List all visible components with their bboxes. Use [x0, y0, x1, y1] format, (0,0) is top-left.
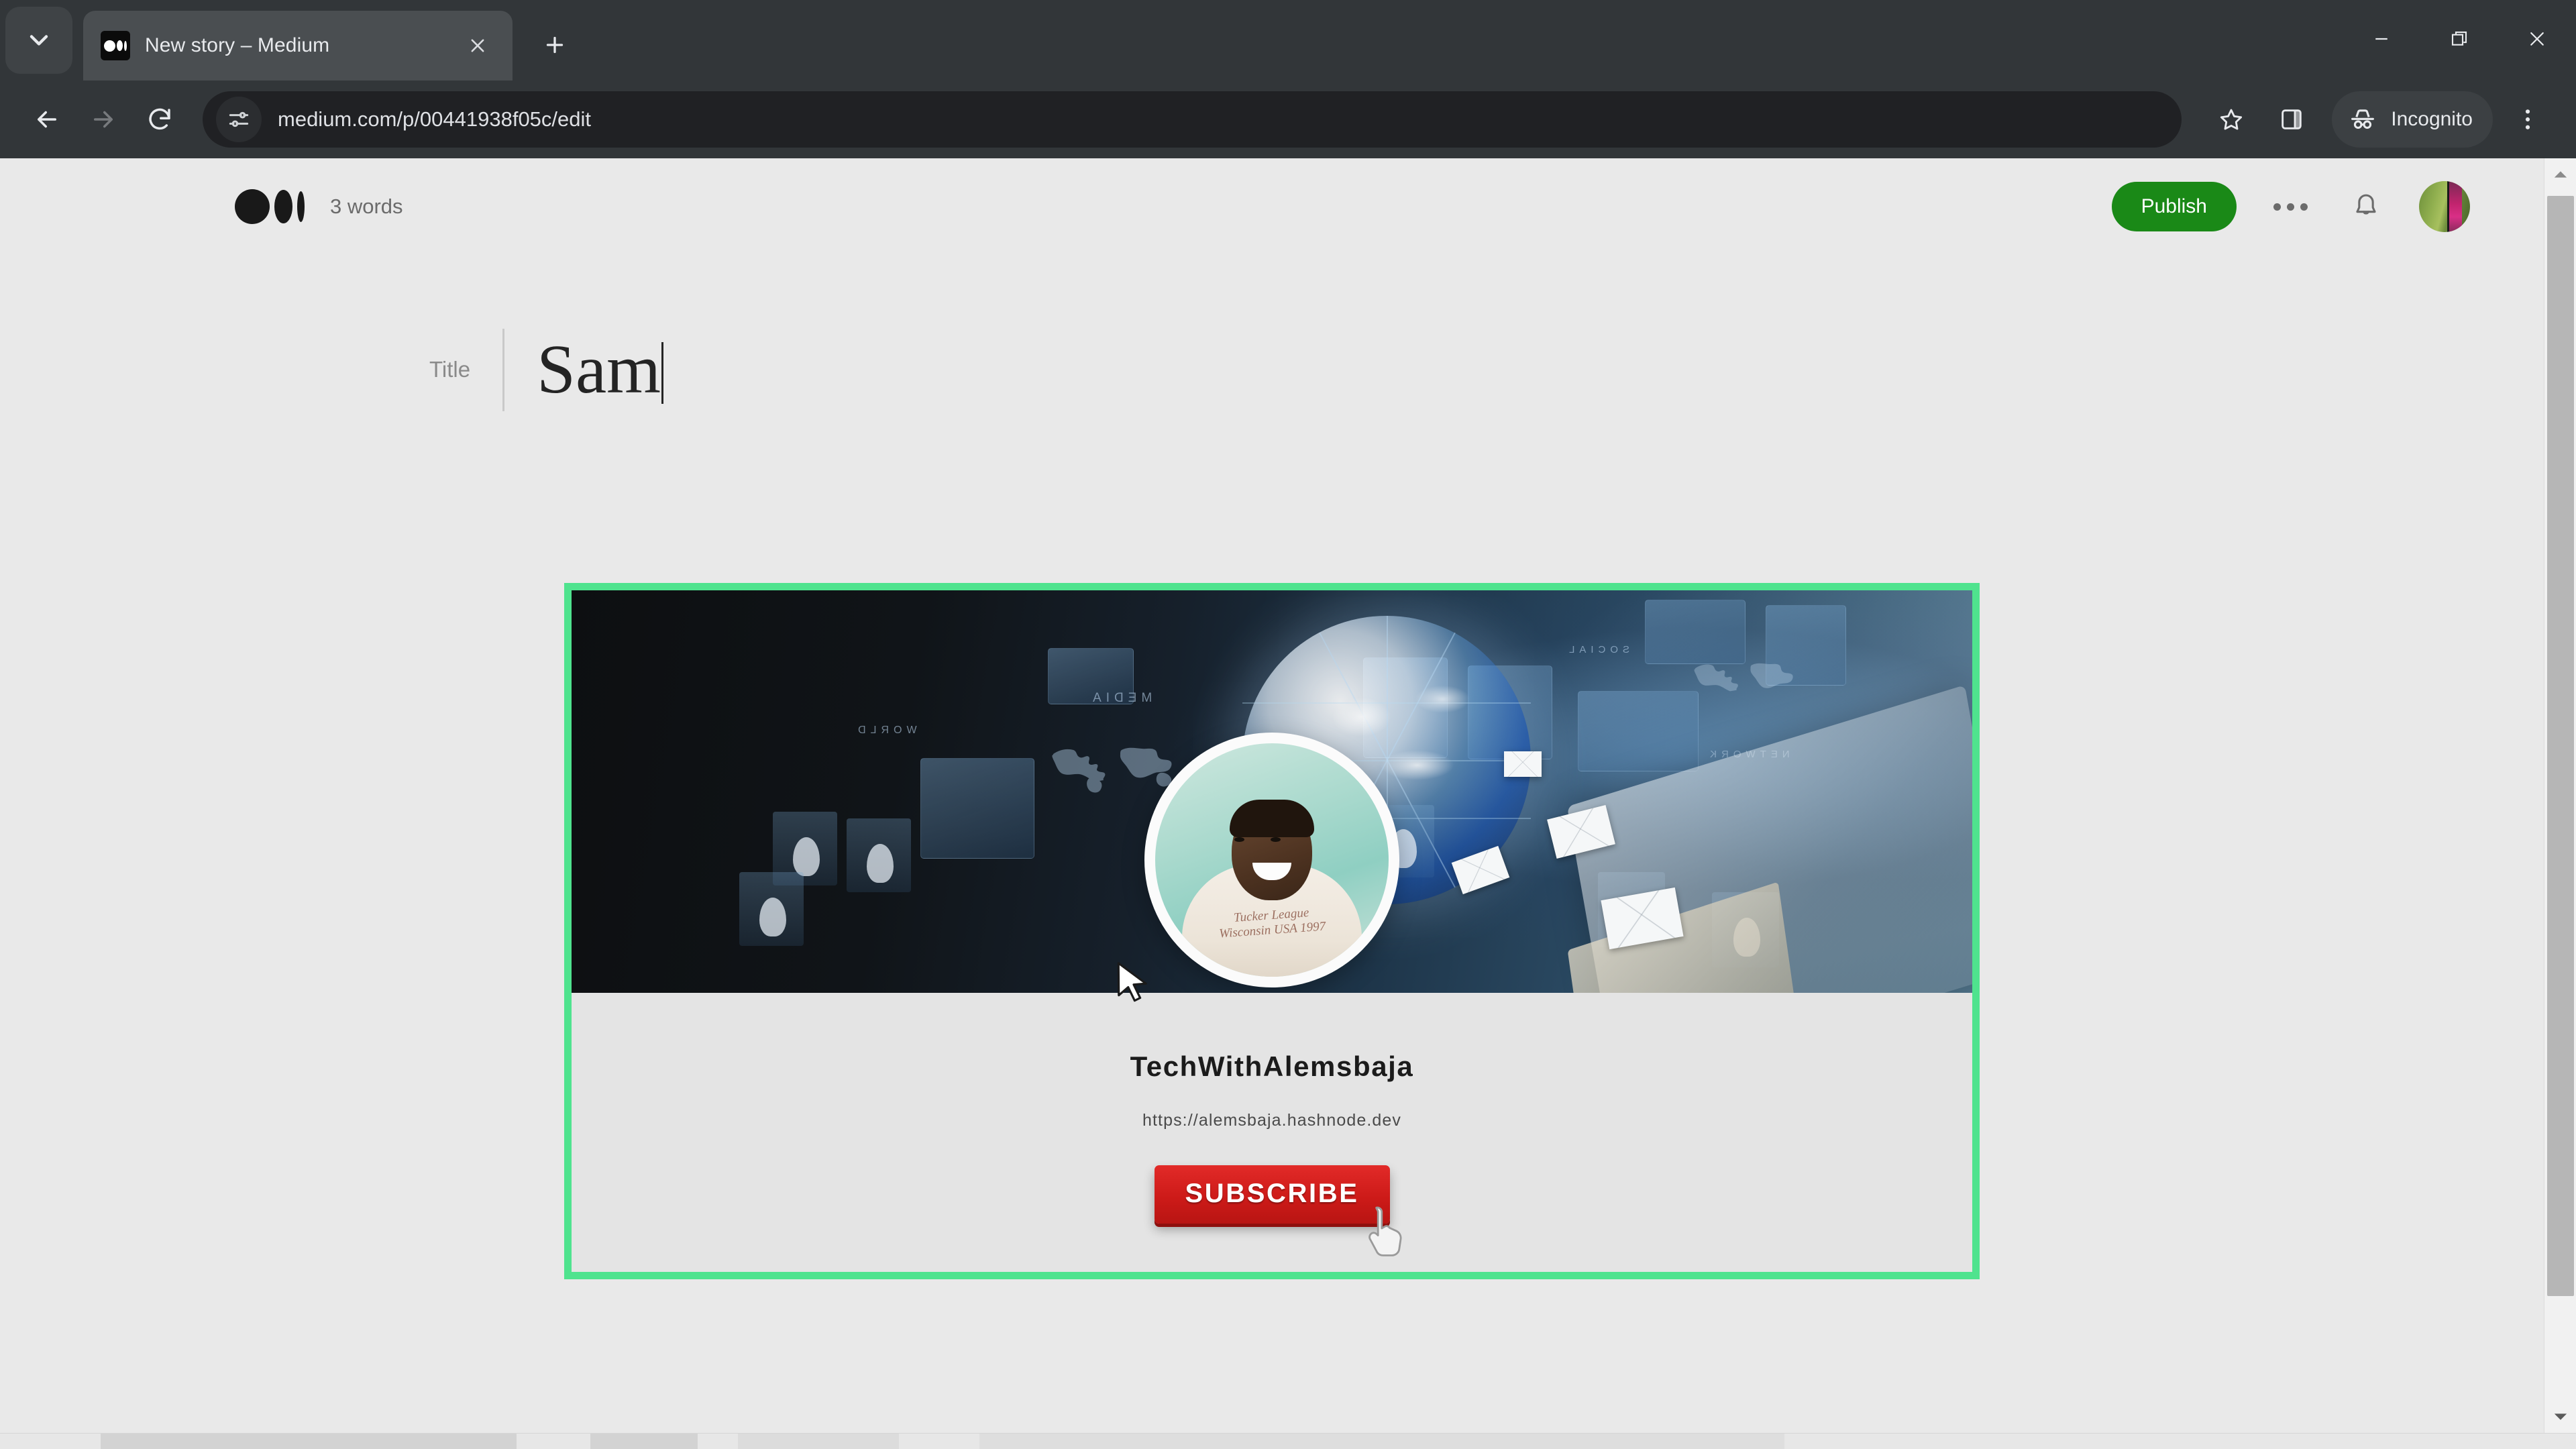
- tab-search-button[interactable]: [5, 7, 72, 74]
- minimize-icon: [2375, 38, 2387, 40]
- story-title-value: Sam: [537, 331, 661, 408]
- text-caret: [661, 342, 664, 404]
- avatar-eye-left: [1234, 837, 1244, 842]
- tab-strip: New story – Medium: [0, 0, 2576, 80]
- side-panel-button[interactable]: [2263, 91, 2320, 148]
- publish-button[interactable]: Publish: [2111, 182, 2237, 231]
- reload-icon: [149, 108, 170, 130]
- browser-tab-active[interactable]: New story – Medium: [83, 11, 513, 80]
- incognito-hat-icon: [2351, 109, 2375, 129]
- story-title-row: Title Sam: [429, 329, 2544, 411]
- medium-editor-page: 3 words Publish Title Sam MEDIA WORLD SO…: [0, 158, 2544, 1433]
- world-map-icon-2: [1694, 663, 1793, 692]
- notifications-button[interactable]: [2337, 178, 2395, 235]
- bell-icon: [2356, 194, 2376, 215]
- chevron-down-icon: [2554, 1413, 2567, 1420]
- browser-menu-button[interactable]: [2500, 91, 2556, 148]
- site-info-button[interactable]: [216, 97, 262, 142]
- medium-logo-icon: [101, 31, 130, 60]
- bookmark-button[interactable]: [2203, 91, 2259, 148]
- arrow-left-icon: [38, 111, 56, 128]
- plus-icon: [546, 36, 564, 54]
- avatar-hair: [1230, 799, 1314, 837]
- star-icon: [2220, 109, 2243, 130]
- user-avatar[interactable]: [2419, 181, 2470, 232]
- card-body: TechWithAlemsbaja https://alemsbaja.hash…: [572, 992, 1972, 1272]
- embedded-image-card[interactable]: MEDIA WORLD SOCIAL NETWORK: [564, 582, 1980, 1279]
- editor-header-actions: Publish: [2111, 176, 2470, 237]
- url-text: medium.com/p/00441938f05c/edit: [278, 107, 592, 131]
- banner-text-social: SOCIAL: [1564, 643, 1630, 655]
- restore-window-icon: [2451, 31, 2467, 46]
- window-controls: [2343, 0, 2576, 80]
- channel-name: TechWithAlemsbaja: [1130, 1050, 1414, 1082]
- taskbar-item[interactable]: [590, 1434, 698, 1449]
- close-window-icon: [2530, 32, 2544, 46]
- new-tab-button[interactable]: [530, 20, 580, 70]
- scroll-up-button[interactable]: [2544, 158, 2576, 191]
- story-title-input[interactable]: Sam: [504, 329, 664, 411]
- browser-toolbar: medium.com/p/00441938f05c/edit Incognito: [0, 80, 2576, 158]
- subscribe-wrapper: SUBSCRIBE: [1154, 1165, 1402, 1256]
- side-panel-icon: [2282, 109, 2302, 129]
- vertical-scrollbar[interactable]: [2544, 158, 2576, 1433]
- back-button[interactable]: [19, 91, 75, 148]
- tab-title: New story – Medium: [145, 34, 330, 56]
- address-bar[interactable]: medium.com/p/00441938f05c/edit: [203, 91, 2182, 148]
- incognito-profile-chip[interactable]: Incognito: [2332, 91, 2493, 148]
- channel-avatar-photo: Tucker League Wisconsin USA 1997: [1155, 743, 1389, 977]
- channel-avatar: Tucker League Wisconsin USA 1997: [1144, 732, 1399, 987]
- title-label: Title: [429, 357, 471, 382]
- channel-url: https://alemsbaja.hashnode.dev: [1142, 1110, 1401, 1130]
- avatar-detail: [2447, 181, 2462, 232]
- word-count-label: 3 words: [330, 195, 403, 218]
- three-dot-vertical-icon: [2525, 109, 2530, 129]
- tune-settings-icon: [229, 111, 249, 127]
- taskbar-item[interactable]: [101, 1434, 517, 1449]
- minimize-button[interactable]: [2343, 0, 2420, 78]
- browser-window: New story – Medium medium.com/p/00441938…: [0, 0, 2576, 1449]
- arrow-right-icon: [94, 111, 113, 128]
- scrollbar-thumb[interactable]: [2547, 196, 2574, 1296]
- banner-image: MEDIA WORLD SOCIAL NETWORK: [572, 590, 1972, 993]
- incognito-label: Incognito: [2391, 108, 2473, 130]
- page-viewport: 3 words Publish Title Sam MEDIA WORLD SO…: [0, 158, 2576, 1433]
- medium-editor-header: 3 words Publish: [0, 158, 2544, 255]
- scroll-down-button[interactable]: [2544, 1401, 2576, 1433]
- envelope-icon: [1504, 751, 1542, 777]
- medium-logo-icon[interactable]: [235, 189, 305, 224]
- maximize-button[interactable]: [2420, 0, 2498, 78]
- close-window-button[interactable]: [2498, 0, 2576, 78]
- close-tab-button[interactable]: [460, 28, 495, 63]
- more-options-button[interactable]: [2259, 176, 2321, 237]
- chevron-down-icon: [30, 35, 48, 46]
- banner-text-media: MEDIA: [1088, 690, 1152, 705]
- windows-taskbar[interactable]: [0, 1433, 2576, 1449]
- forward-button[interactable]: [75, 91, 131, 148]
- banner-text-world: WORLD: [853, 724, 917, 736]
- taskbar-item[interactable]: [979, 1434, 1784, 1449]
- taskbar-item[interactable]: [738, 1434, 899, 1449]
- avatar-eye-right: [1271, 837, 1281, 842]
- chevron-up-icon: [2554, 171, 2567, 178]
- reload-button[interactable]: [131, 91, 188, 148]
- close-icon: [471, 39, 484, 52]
- subscribe-button[interactable]: SUBSCRIBE: [1154, 1165, 1390, 1224]
